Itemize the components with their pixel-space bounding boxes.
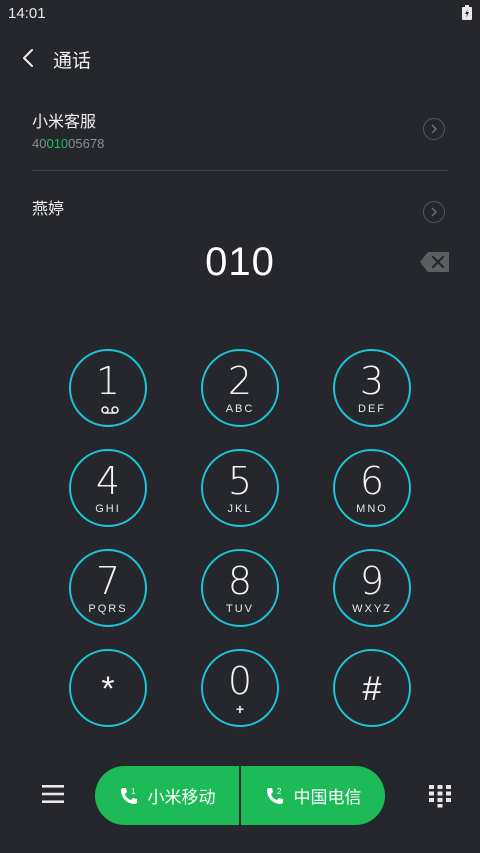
divider	[32, 170, 449, 171]
contact-number: 4001005678	[32, 136, 449, 151]
key-5[interactable]: 5 JKL	[201, 449, 279, 527]
key-hash[interactable]: #	[333, 649, 411, 727]
key-digit: 0	[227, 659, 253, 703]
key-4[interactable]: 4 GHI	[69, 449, 147, 527]
battery-charging-icon	[462, 5, 472, 20]
key-digit: 4	[95, 459, 121, 503]
key-digit: 9	[359, 559, 385, 603]
status-bar: 14:01	[0, 0, 480, 28]
key-digit: 6	[359, 459, 385, 503]
key-letters: GHI	[95, 503, 121, 515]
key-digit: *	[101, 670, 115, 708]
sim-number: 2	[277, 787, 282, 796]
call-sim1-label: 小米移动	[147, 788, 216, 807]
key-3[interactable]: 3 DEF	[333, 349, 411, 427]
key-letters: DEF	[358, 403, 386, 415]
key-digit: 1	[95, 359, 121, 403]
key-digit: 7	[95, 559, 121, 603]
key-digit: 2	[227, 359, 253, 403]
bottom-bar: 1 小米移动 2 中国电信	[0, 760, 480, 830]
chevron-right-icon	[431, 124, 437, 134]
dialpad-toggle-icon[interactable]	[428, 784, 452, 808]
key-digit: 3	[359, 359, 385, 403]
sim-number: 1	[131, 787, 136, 796]
voicemail-icon	[101, 406, 119, 414]
key-1[interactable]: 1	[69, 349, 147, 427]
key-letters: MNO	[356, 503, 388, 515]
contact-result-row[interactable]: 小米客服 4001005678	[32, 108, 449, 152]
key-letters: TUV	[226, 603, 254, 615]
key-letters: PQRS	[88, 603, 128, 615]
key-8[interactable]: 8 TUV	[201, 549, 279, 627]
number-part: 40	[32, 136, 47, 151]
phone-sim2-icon: 2	[266, 787, 283, 804]
key-0[interactable]: 0 +	[201, 649, 279, 727]
key-digit: 5	[227, 459, 253, 503]
call-button-group: 1 小米移动 2 中国电信	[95, 766, 385, 825]
call-sim2-button[interactable]: 2 中国电信	[239, 766, 385, 825]
call-sim1-button[interactable]: 1 小米移动	[95, 766, 239, 825]
contact-detail-button[interactable]	[423, 118, 445, 140]
contact-result-row[interactable]: 燕婷	[32, 195, 449, 225]
key-letters: WXYZ	[352, 603, 392, 615]
phone-sim1-icon: 1	[120, 787, 137, 804]
key-7[interactable]: 7 PQRS	[69, 549, 147, 627]
contact-name: 小米客服	[32, 114, 97, 131]
back-button[interactable]	[14, 44, 42, 72]
backspace-icon[interactable]	[419, 251, 451, 273]
number-part: 05678	[68, 136, 105, 151]
header: 通话	[0, 38, 480, 78]
key-2[interactable]: 2 ABC	[201, 349, 279, 427]
page-title: 通话	[53, 51, 92, 72]
key-9[interactable]: 9 WXYZ	[333, 549, 411, 627]
key-letters: +	[235, 701, 245, 717]
key-letters: JKL	[227, 503, 253, 515]
back-arrow-icon	[23, 49, 33, 67]
key-6[interactable]: 6 MNO	[333, 449, 411, 527]
status-time: 14:01	[8, 5, 46, 22]
key-star[interactable]: *	[69, 649, 147, 727]
key-digit: #	[362, 670, 382, 708]
call-sim2-label: 中国电信	[293, 788, 362, 807]
key-digit: 8	[227, 559, 253, 603]
contact-detail-button[interactable]	[423, 201, 445, 223]
chevron-right-icon	[431, 207, 437, 217]
dialed-number: 010	[205, 240, 275, 284]
menu-icon[interactable]	[42, 784, 64, 804]
key-letters: ABC	[225, 403, 255, 415]
contact-name: 燕婷	[32, 201, 65, 218]
number-match-highlight: 010	[46, 136, 69, 151]
